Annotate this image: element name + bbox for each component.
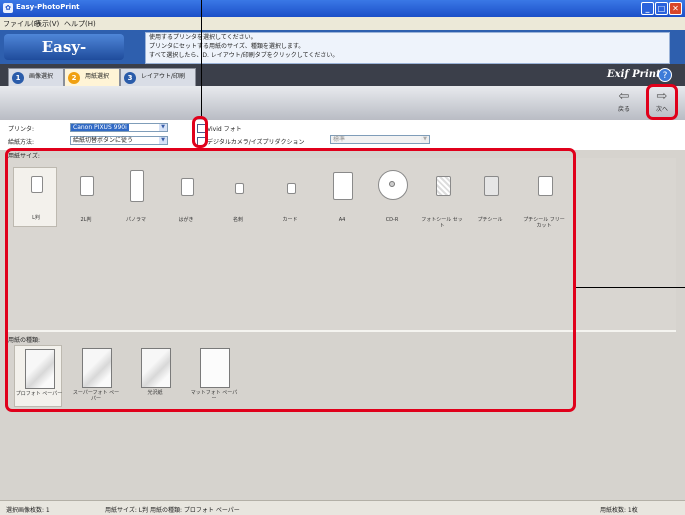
- arrow-left-icon: ⇦: [618, 89, 630, 104]
- chevron-down-icon: ▼: [159, 137, 167, 144]
- menu-bar: ファイル(F) 表示(V) ヘルプ(H): [0, 17, 685, 30]
- navigation-strip: ⇦ 戻る ⇨ 次へ: [0, 86, 685, 120]
- tab-label: 用紙選択: [85, 73, 110, 80]
- callout-line: [201, 0, 202, 116]
- tab-label: レイアウト/印刷: [141, 73, 186, 80]
- help-button[interactable]: ?: [658, 68, 672, 82]
- callout-line-right: [576, 287, 685, 288]
- standard-select[interactable]: 標準 ▼: [330, 135, 430, 144]
- status-bar: 選択画像枚数: 1 用紙サイズ: L判 用紙の種類: プロフォト ペーパー 用紙…: [0, 500, 685, 515]
- status-image-count: 選択画像枚数: 1: [6, 507, 50, 514]
- tab-image-select[interactable]: 1 画像選択: [8, 68, 64, 86]
- exif-print-logo: Exif Print: [607, 69, 661, 80]
- feed-select[interactable]: 給紙切替ボタンに従う ▼: [70, 136, 168, 145]
- maximize-button[interactable]: □: [655, 2, 668, 15]
- instruction-line: すべて選択したら、D. レイアウト/印刷タブをクリックしてください。: [149, 52, 339, 59]
- instruction-line: 使用するプリンタを選択してください。: [149, 34, 257, 41]
- step-number: 2: [68, 72, 80, 84]
- window-title: Easy-PhotoPrint: [16, 3, 80, 11]
- standard-value: 標準: [333, 136, 346, 143]
- tab-layout-print[interactable]: 3 レイアウト/印刷: [120, 68, 196, 86]
- title-bar: ✿ Easy-PhotoPrint _ □ ✕: [0, 0, 685, 17]
- back-button[interactable]: ⇦ 戻る: [612, 90, 636, 116]
- menu-help[interactable]: ヘルプ(H): [64, 19, 96, 29]
- next-highlight: [646, 84, 678, 120]
- vivid-photo-label: Vivid フォト: [207, 126, 242, 133]
- printer-select[interactable]: Canon PIXUS 990i ▼: [70, 123, 168, 132]
- feed-value: 給紙切替ボタンに従う: [73, 137, 134, 144]
- selection-highlight: [5, 148, 576, 412]
- minimize-button[interactable]: _: [641, 2, 654, 15]
- close-button[interactable]: ✕: [669, 2, 682, 15]
- status-paper-count: 用紙枚数: 1枚: [600, 507, 638, 514]
- chevron-down-icon: ▼: [421, 136, 429, 143]
- dpof-label: デジタルカメラ/イズプリダクション: [207, 139, 305, 146]
- printer-label: プリンタ:: [8, 126, 35, 133]
- step-tabs: 1 画像選択 2 用紙選択 3 レイアウト/印刷 Exif Print ?: [0, 64, 685, 86]
- instruction-line: プリンタにセットする用紙のサイズ、種類を選択します。: [149, 43, 305, 50]
- instruction-box: 使用するプリンタを選択してください。 プリンタにセットする用紙のサイズ、種類を選…: [145, 32, 670, 64]
- printer-value: Canon PIXUS 990i: [71, 124, 129, 131]
- tab-paper-select[interactable]: 2 用紙選択: [64, 68, 120, 86]
- banner: Easy-PhotoPrint 使用するプリンタを選択してください。 プリンタに…: [0, 30, 685, 82]
- app-logo: Easy-PhotoPrint: [4, 34, 124, 82]
- step-number: 3: [124, 72, 136, 84]
- status-selection: 用紙サイズ: L判 用紙の種類: プロフォト ペーパー: [105, 507, 240, 514]
- back-label: 戻る: [617, 106, 630, 113]
- app-icon: ✿: [3, 3, 13, 13]
- checkbox-highlight: [192, 116, 208, 148]
- menu-view[interactable]: 表示(V): [35, 19, 59, 29]
- chevron-down-icon: ▼: [159, 124, 167, 131]
- tab-label: 画像選択: [29, 73, 54, 80]
- feed-label: 給紙方法:: [8, 139, 35, 146]
- settings-area: プリンタ: Canon PIXUS 990i ▼ 給紙方法: 給紙切替ボタンに従…: [0, 120, 685, 150]
- step-number: 1: [12, 72, 24, 84]
